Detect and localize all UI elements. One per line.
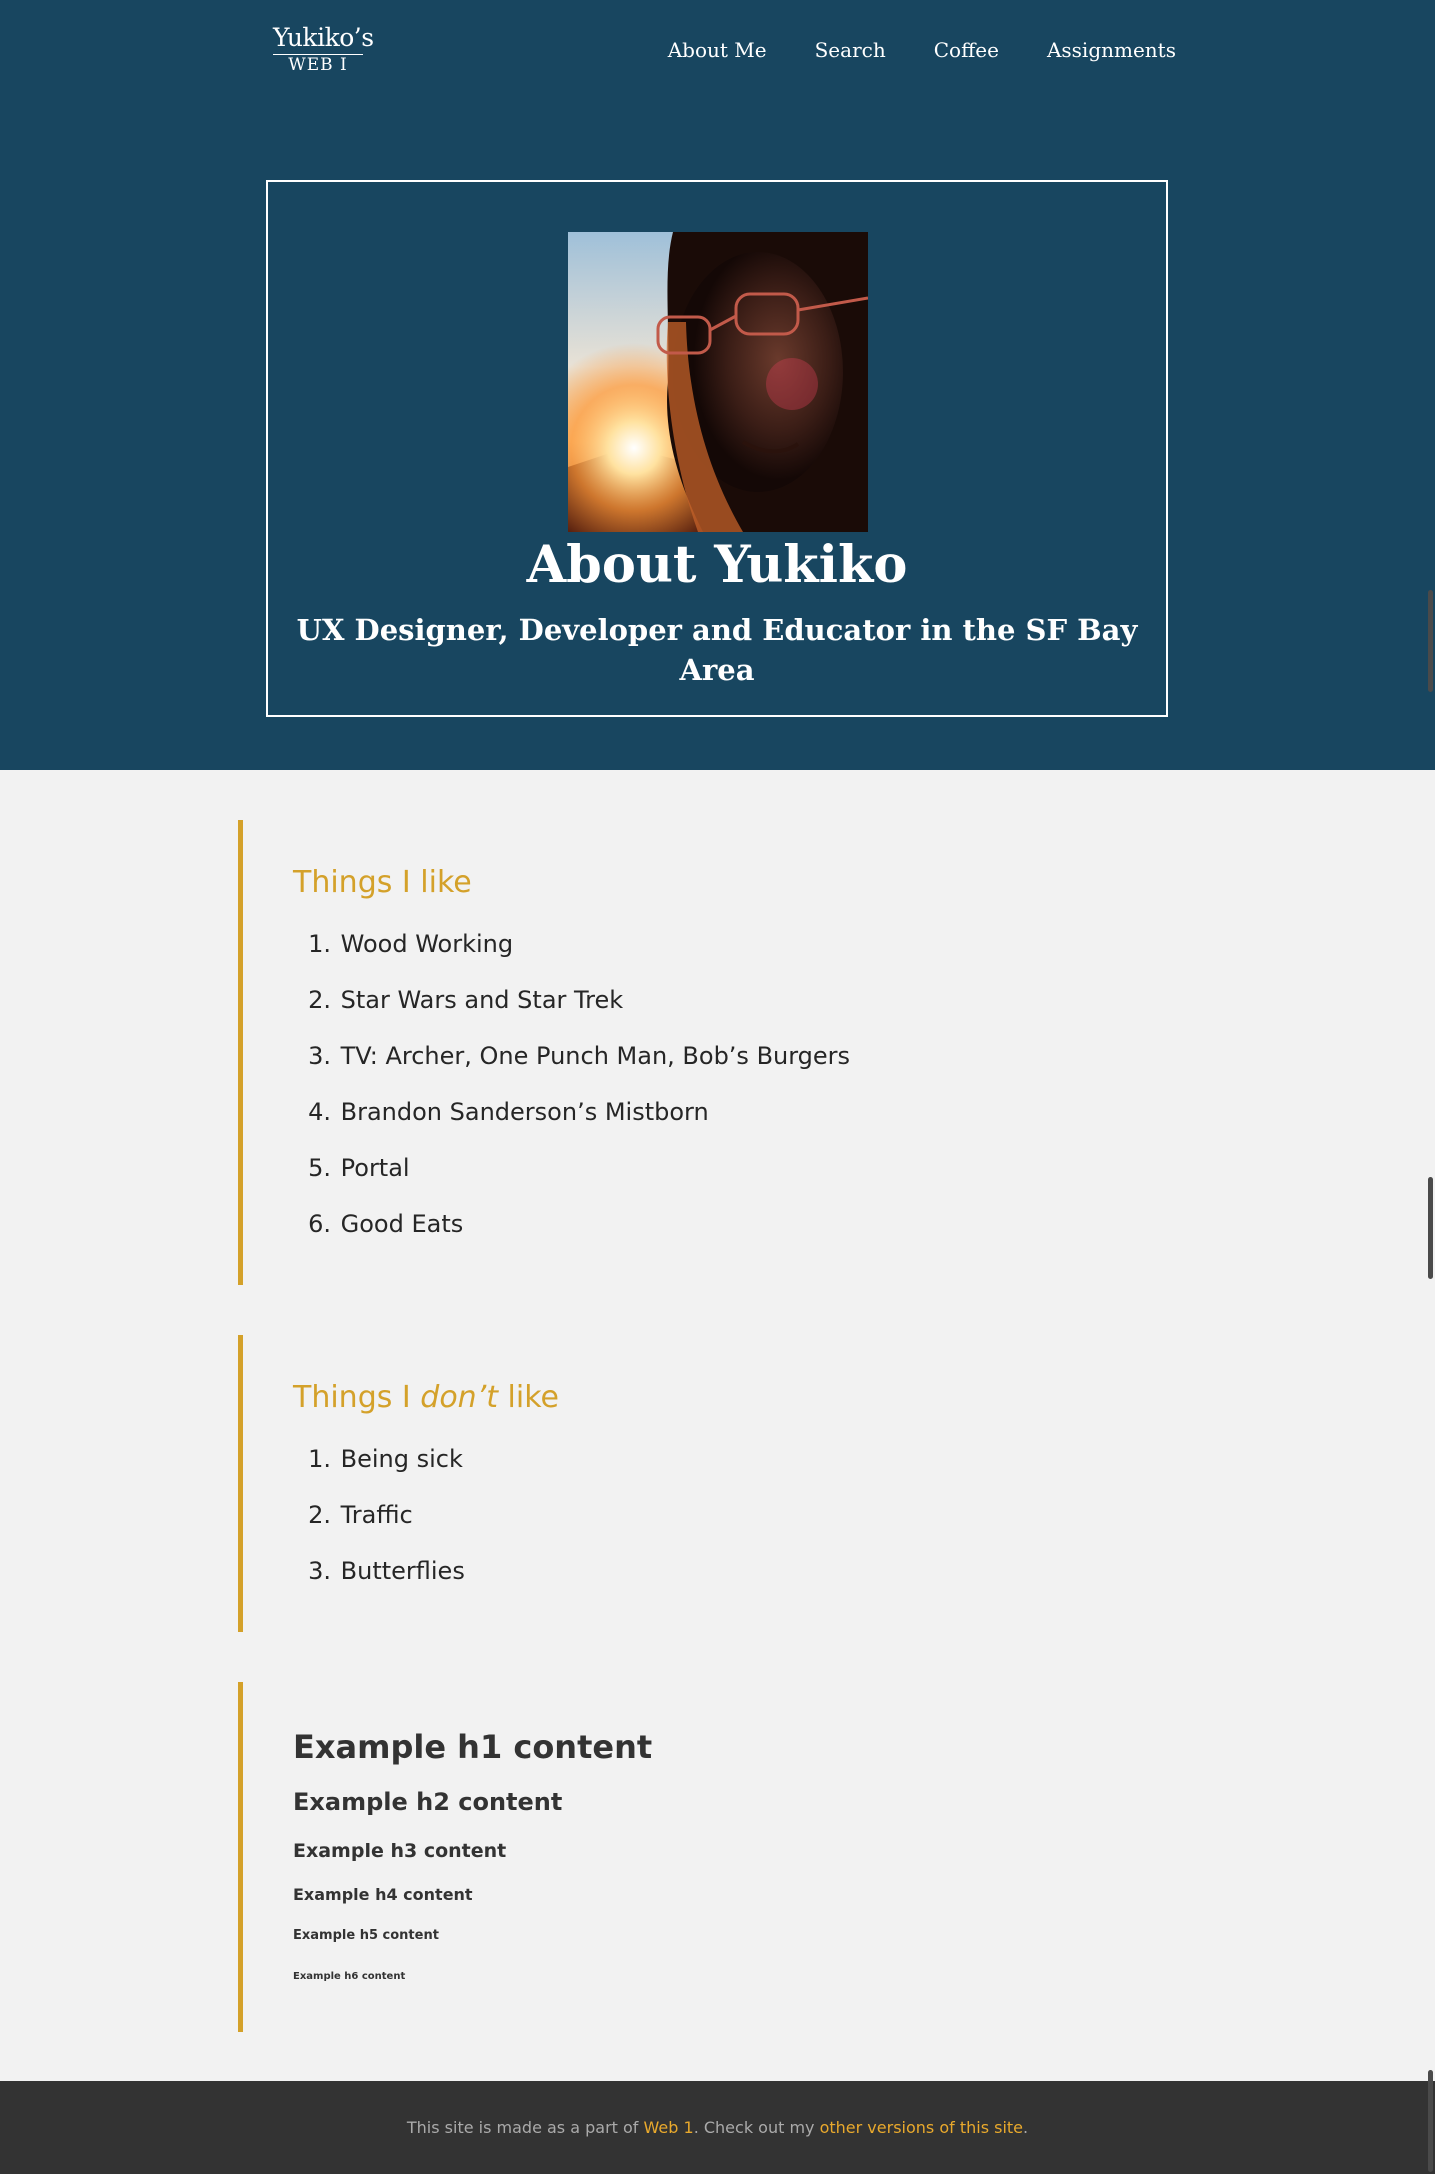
example-h2: Example h2 content [293,1788,563,1816]
list-item: 3. Butterflies [308,1557,465,1585]
scrollbar-thumb[interactable] [1428,2070,1433,2172]
list-item-label: Traffic [340,1501,413,1529]
site-logo[interactable]: Yukiko’s WEB I [273,24,374,75]
dislikes-heading: Things I don’t like [293,1378,559,1418]
footer-text-2: . Check out my [693,2118,820,2137]
list-item-label: TV: Archer, One Punch Man, Bob’s Burgers [340,1042,851,1070]
list-item-label: Portal [340,1154,410,1182]
dislikes-heading-end: like [498,1380,559,1415]
main-nav: About Me Search Coffee Assignments [668,36,1176,64]
scrollbar-thumb[interactable] [1428,1177,1433,1279]
nav-coffee[interactable]: Coffee [934,36,999,64]
dislikes-heading-emphasis: don’t [420,1380,498,1415]
dislikes-list: 1. Being sick 2. Traffic 3. Butterflies [293,1441,465,1609]
list-item-label: Star Wars and Star Trek [340,986,624,1014]
nav-about-me[interactable]: About Me [668,36,767,64]
logo-line-2: WEB I [288,55,348,75]
footer-text-3: . [1023,2118,1029,2137]
list-item: 2. Traffic [308,1501,413,1529]
likes-section: Things I like 1. Wood Working 2. Star Wa… [238,820,1198,1285]
likes-list: 1. Wood Working 2. Star Wars and Star Tr… [293,926,850,1262]
page-title: About Yukiko [526,535,908,595]
list-item-label: Good Eats [340,1210,464,1238]
list-item: 4. Brandon Sanderson’s Mistborn [308,1098,709,1126]
example-h5: Example h5 content [293,1928,439,1943]
list-item: 2. Star Wars and Star Trek [308,986,624,1014]
dislikes-section: Things I don’t like 1. Being sick 2. Tra… [238,1335,1198,1632]
list-item: 1. Wood Working [308,930,514,958]
list-item: 1. Being sick [308,1445,463,1473]
site-footer: This site is made as a part of Web 1. Ch… [0,2081,1435,2174]
list-item-label: Brandon Sanderson’s Mistborn [340,1098,709,1126]
list-item-label: Butterflies [340,1557,465,1585]
example-h1: Example h1 content [293,1728,653,1766]
footer-text-1: This site is made as a part of [406,2118,644,2137]
list-item-label: Wood Working [340,930,514,958]
list-item: 6. Good Eats [308,1210,464,1238]
profile-photo [568,232,868,532]
footer-web1-link[interactable]: Web 1 [644,2118,694,2137]
dislikes-heading-start: Things I [293,1380,421,1415]
list-item: 5. Portal [308,1154,410,1182]
likes-heading: Things I like [293,865,472,900]
logo-line-1: Yukiko’s [273,24,374,55]
list-item: 3. TV: Archer, One Punch Man, Bob’s Burg… [308,1042,851,1070]
scrollbar-thumb[interactable] [1428,590,1433,692]
nav-assignments[interactable]: Assignments [1047,36,1176,64]
nav-search[interactable]: Search [815,36,886,64]
page-subtitle: UX Designer, Developer and Educator in t… [296,613,1138,687]
example-h3: Example h3 content [293,1840,507,1862]
hero-header: Yukiko’s WEB I About Me Search Coffee As… [0,0,1435,770]
footer-versions-link[interactable]: other versions of this site [820,2118,1023,2137]
example-h6: Example h6 content [293,1971,406,1982]
example-h4: Example h4 content [293,1885,473,1904]
list-item-label: Being sick [340,1445,463,1473]
example-headings-section: Example h1 content Example h2 content Ex… [238,1682,1198,2032]
